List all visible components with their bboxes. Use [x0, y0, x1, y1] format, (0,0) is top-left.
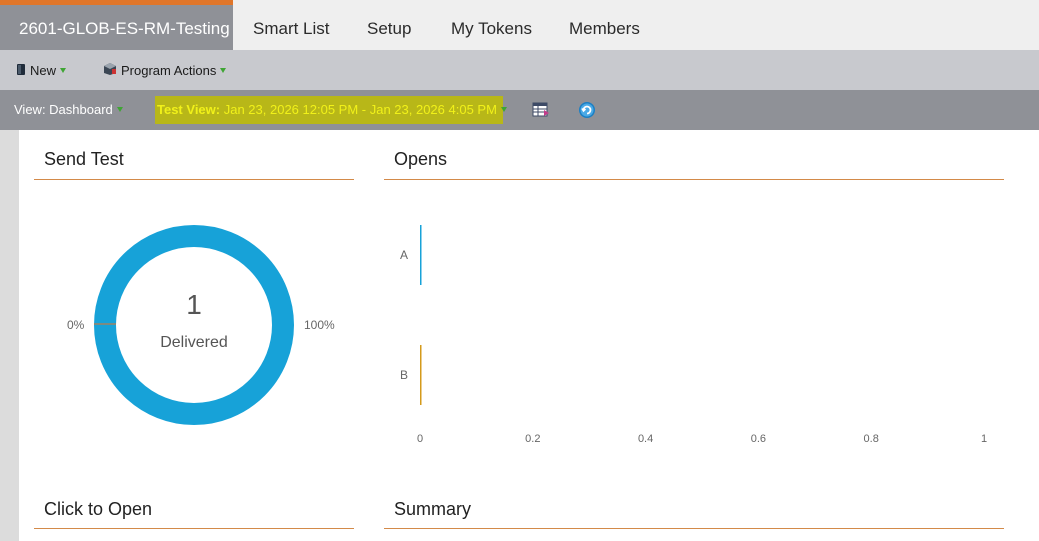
view-dashboard-label: View: Dashboard	[14, 102, 113, 117]
program-actions-label: Program Actions	[121, 63, 217, 78]
new-button[interactable]: New	[15, 50, 67, 92]
send-test-center-label: Delivered	[160, 334, 228, 351]
opens-category-label-a: A	[400, 248, 408, 262]
click-to-open-title: Click to Open	[44, 499, 153, 519]
send-test-title: Send Test	[44, 149, 124, 169]
tab-members[interactable]: Members	[569, 0, 640, 50]
new-label: New	[30, 63, 57, 78]
send-test-count: 1	[186, 289, 202, 320]
opens-x-tick-label: 1	[981, 433, 987, 445]
opens-x-tick-label: 0.4	[638, 433, 653, 445]
new-dropdown-arrow-icon	[60, 68, 67, 74]
opens-bar-a	[420, 225, 422, 285]
view-dashboard-select[interactable]: View: Dashboard	[14, 90, 123, 130]
toolbar: New Program Actions	[0, 50, 1039, 90]
tab-smart-list[interactable]: Smart List	[253, 0, 330, 50]
send-test-rule	[34, 179, 354, 180]
test-view-selector[interactable]: Test View: Jan 23, 2026 12:05 PM - Jan 2…	[155, 96, 507, 124]
opens-x-tick-label: 0.6	[751, 433, 766, 445]
send-test-left-pct: 0%	[67, 318, 85, 332]
test-view-range: Jan 23, 2026 12:05 PM - Jan 23, 2026 4:0…	[223, 102, 497, 117]
opens-bar-b	[420, 345, 422, 405]
opens-category-label-b: B	[400, 368, 408, 382]
summary-title: Summary	[394, 499, 472, 519]
summary-rule	[384, 528, 1004, 529]
opens-rule	[384, 179, 1004, 180]
opens-x-tick-label: 0.8	[864, 433, 879, 445]
opens-x-tick-label: 0	[417, 433, 423, 445]
tab-bar: 2601-GLOB-ES-RM-Testing Smart List Setup…	[0, 0, 1039, 50]
new-icon	[15, 51, 27, 92]
delivered-ring-segment	[94, 225, 294, 425]
tab-program[interactable]: 2601-GLOB-ES-RM-Testing	[0, 0, 233, 50]
tab-my-tokens[interactable]: My Tokens	[451, 0, 532, 50]
test-view-dropdown-arrow-icon	[500, 107, 507, 113]
refresh-icon	[579, 102, 595, 118]
view-dropdown-arrow-icon	[116, 107, 123, 113]
grid-icon	[532, 102, 549, 117]
refresh-button[interactable]	[578, 101, 596, 119]
opens-bar-chart: A B 0 0.2 0.4 0.6 0.8 1	[400, 225, 987, 445]
send-test-right-pct: 100%	[304, 318, 335, 332]
opens-title: Opens	[394, 149, 448, 169]
program-actions-button[interactable]: Program Actions	[102, 50, 227, 92]
view-bar: View: Dashboard Test View: Jan 23, 2026 …	[0, 90, 1039, 130]
click-to-open-rule	[34, 528, 354, 529]
tab-setup[interactable]: Setup	[367, 0, 411, 50]
opens-x-tick-label: 0.2	[525, 433, 540, 445]
program-actions-dropdown-arrow-icon	[220, 68, 227, 74]
send-test-donut-chart	[94, 225, 294, 425]
left-side-stripe	[0, 130, 19, 541]
test-view-prefix: Test View:	[157, 102, 221, 117]
grid-view-button[interactable]	[532, 101, 550, 119]
program-actions-icon	[102, 51, 118, 92]
